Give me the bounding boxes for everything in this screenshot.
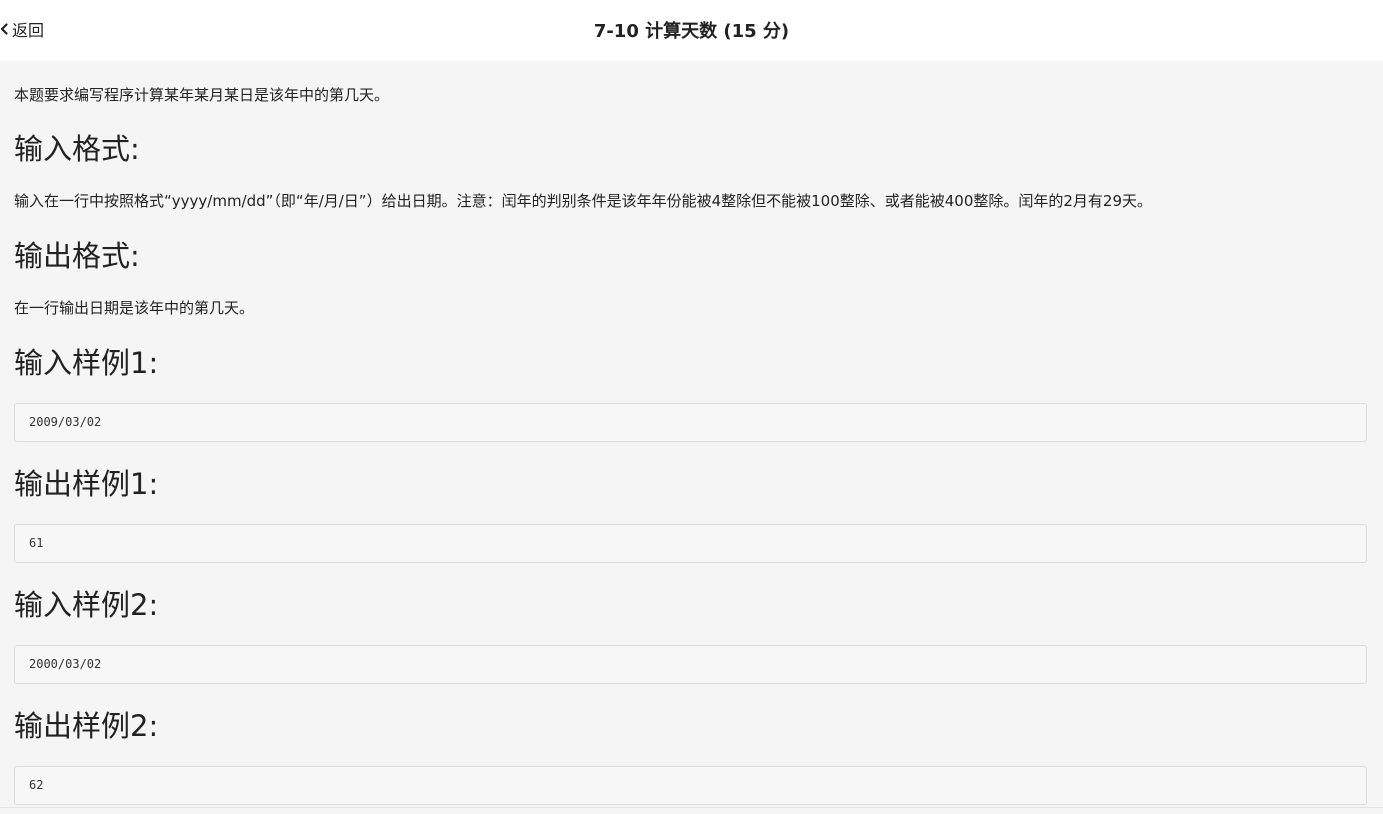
sample-output-1-heading: 输出样例1:	[14, 467, 159, 501]
top-bar: 返回 7-10 计算天数 (15 分)	[0, 0, 1383, 61]
sample-output-1-box[interactable]: 61	[14, 524, 1367, 563]
output-format-text: 在一行输出日期是该年中的第几天。	[14, 299, 255, 317]
bottom-divider	[0, 807, 1383, 808]
output-format-heading: 输出格式:	[14, 239, 140, 273]
input-format-text: 输入在一行中按照格式“yyyy/mm/dd”（即“年/月/日”）给出日期。注意：…	[14, 192, 1153, 210]
sample-output-2-box[interactable]: 62	[14, 766, 1367, 805]
problem-description: 本题要求编写程序计算某年某月某日是该年中的第几天。	[14, 86, 390, 104]
page-title: 7-10 计算天数 (15 分)	[593, 21, 790, 42]
sample-input-2-heading: 输入样例2:	[14, 588, 159, 622]
sample-input-1-heading: 输入样例1:	[14, 346, 159, 380]
sample-input-2-box[interactable]: 2000/03/02	[14, 645, 1367, 684]
sample-output-2-heading: 输出样例2:	[14, 709, 159, 743]
sample-input-1-box[interactable]: 2009/03/02	[14, 403, 1367, 442]
input-format-heading: 输入格式:	[14, 132, 140, 166]
